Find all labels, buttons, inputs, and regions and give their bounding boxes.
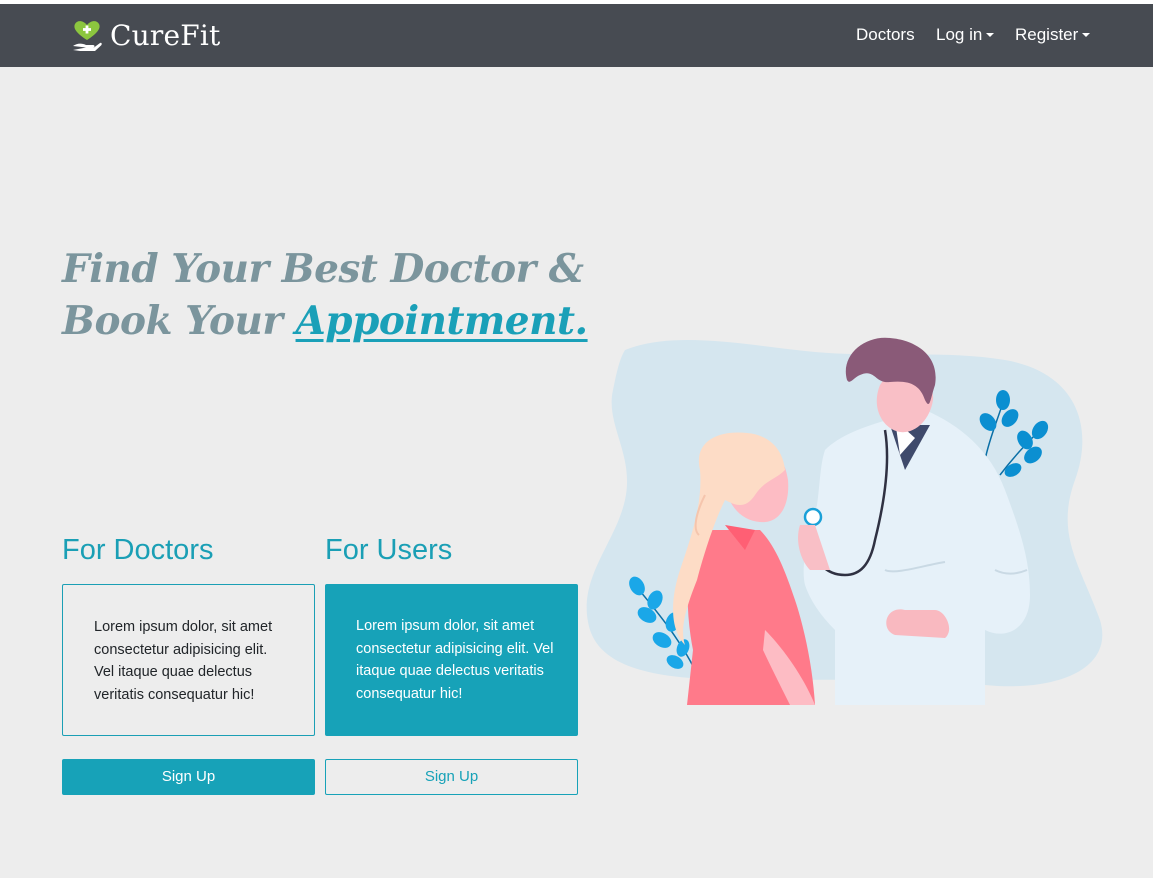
- caret-down-icon: [986, 33, 995, 37]
- hero-title-line2-prefix: Book Your: [62, 298, 296, 344]
- caret-down-icon: [1082, 33, 1091, 37]
- navbar: CureFit Doctors Log in Register: [0, 4, 1153, 67]
- brand-name: CureFit: [110, 19, 221, 52]
- hero-title-accent: Appointment.: [295, 298, 589, 344]
- nav-link-doctors-label: Doctors: [856, 25, 915, 44]
- heart-hand-logo-icon: [73, 21, 102, 51]
- users-sign-up-button[interactable]: Sign Up: [325, 759, 578, 795]
- doctors-card: Lorem ipsum dolor, sit amet consectetur …: [62, 584, 315, 736]
- hero-title-line1: Find Your Best Doctor &: [62, 246, 584, 292]
- doctors-card-text: Lorem ipsum dolor, sit amet consectetur …: [94, 619, 273, 703]
- hero-title: Find Your Best Doctor & Book Your Appoin…: [62, 243, 588, 347]
- users-card-text: Lorem ipsum dolor, sit amet consectetur …: [356, 618, 554, 702]
- nav-link-login-label: Log in: [936, 25, 983, 44]
- for-doctors-heading: For Doctors: [62, 534, 214, 566]
- nav-link-register-label: Register: [1015, 25, 1079, 44]
- brand-link[interactable]: CureFit: [72, 18, 220, 54]
- doctor-patient-illustration: [586, 337, 1103, 705]
- nav-dropdown-register[interactable]: Register: [1015, 24, 1091, 46]
- for-users-heading: For Users: [325, 534, 453, 566]
- nav-dropdown-login[interactable]: Log in: [936, 24, 995, 46]
- nav-link-doctors[interactable]: Doctors: [856, 24, 915, 46]
- doctors-sign-up-button[interactable]: Sign Up: [62, 759, 315, 795]
- users-card: Lorem ipsum dolor, sit amet consectetur …: [325, 584, 578, 736]
